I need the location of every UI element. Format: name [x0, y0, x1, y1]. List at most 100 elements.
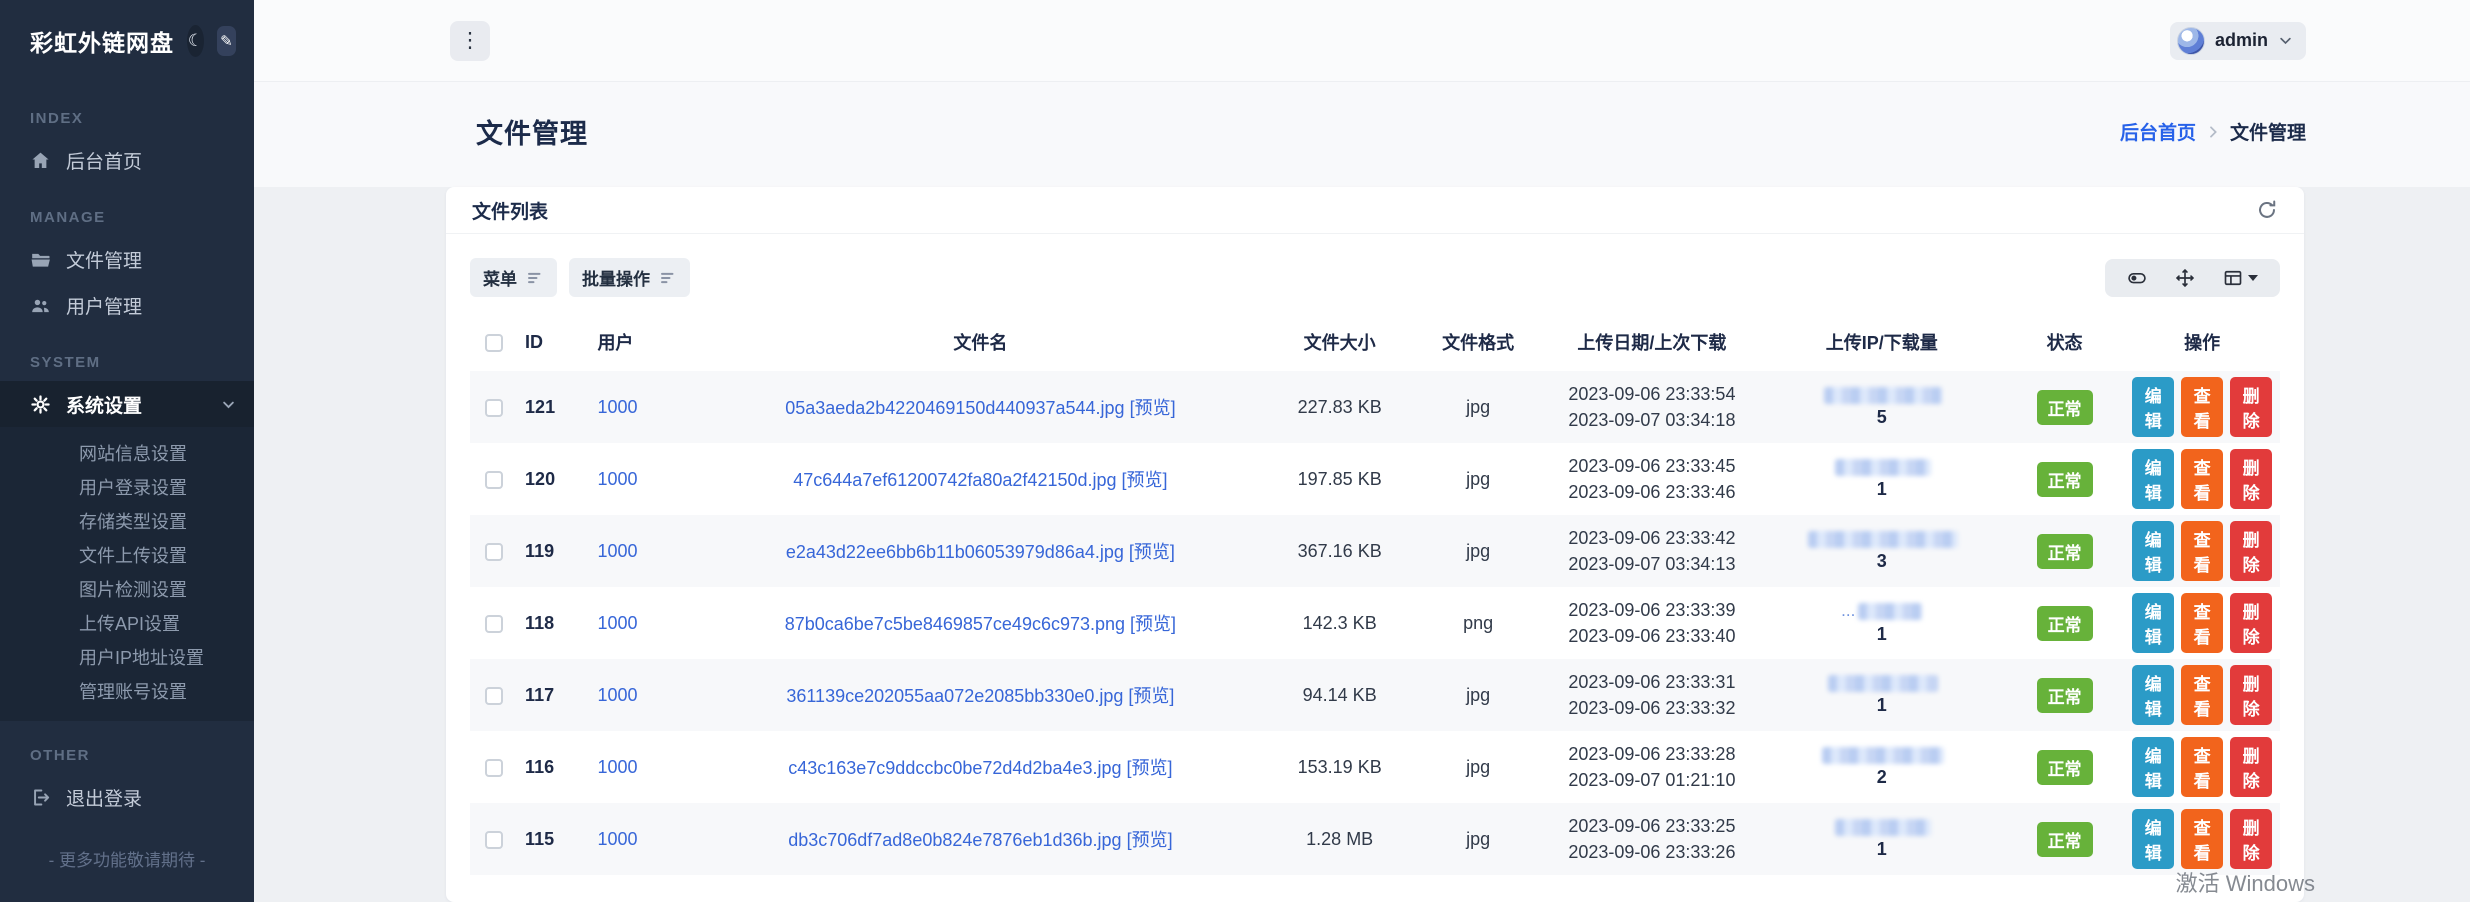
- view-button[interactable]: 查看: [2181, 521, 2223, 581]
- submenu-item-admin-account[interactable]: 管理账号设置: [0, 675, 254, 709]
- edit-button[interactable]: 编辑: [2132, 593, 2174, 653]
- delete-button[interactable]: 删除: [2230, 377, 2272, 437]
- preview-link[interactable]: [预览]: [1129, 542, 1175, 562]
- filename-link[interactable]: 361139ce202055aa072e2085bb330e0.jpg [预览]: [786, 686, 1174, 706]
- edit-button[interactable]: 编辑: [2132, 521, 2174, 581]
- status-badge: 正常: [2037, 678, 2093, 713]
- user-link[interactable]: 1000: [597, 757, 637, 777]
- filename-text: 361139ce202055aa072e2085bb330e0.jpg: [786, 686, 1123, 706]
- edit-button[interactable]: 编辑: [2132, 809, 2174, 869]
- cell-dates: 2023-09-06 23:33:452023-09-06 23:33:46: [1545, 443, 1759, 515]
- user-menu[interactable]: admin: [2170, 22, 2306, 60]
- delete-button[interactable]: 删除: [2230, 737, 2272, 797]
- toggle-columns-button[interactable]: [2115, 265, 2159, 291]
- submenu-item-user-login[interactable]: 用户登录设置: [0, 471, 254, 505]
- view-button[interactable]: 查看: [2181, 449, 2223, 509]
- batch-actions-button[interactable]: 批量操作: [569, 258, 690, 297]
- submenu-item-user-ip[interactable]: 用户IP地址设置: [0, 641, 254, 675]
- view-button[interactable]: 查看: [2181, 737, 2223, 797]
- user-link[interactable]: 1000: [597, 397, 637, 417]
- breadcrumb-home-link[interactable]: 后台首页: [2120, 118, 2196, 145]
- menu-button[interactable]: 菜单: [470, 258, 557, 297]
- select-all-checkbox[interactable]: [485, 334, 503, 352]
- cell-size: 153.19 KB: [1268, 731, 1411, 803]
- card-title: 文件列表: [472, 197, 548, 224]
- preview-link[interactable]: [预览]: [1127, 830, 1173, 850]
- filename-link[interactable]: 87b0ca6be7c5be8469857ce49c6c973.png [预览]: [785, 614, 1176, 634]
- table-row: 118 1000 87b0ca6be7c5be8469857ce49c6c973…: [470, 587, 2280, 659]
- home-icon: [30, 150, 51, 171]
- edit-button[interactable]: 编辑: [2132, 377, 2174, 437]
- edit-theme-button[interactable]: ✎: [217, 26, 236, 56]
- preview-link[interactable]: [预览]: [1127, 758, 1173, 778]
- upload-date: 2023-09-06 23:33:45: [1553, 453, 1751, 479]
- edit-button[interactable]: 编辑: [2132, 665, 2174, 725]
- row-checkbox[interactable]: [485, 615, 503, 633]
- filename-link[interactable]: 05a3aeda2b4220469150d440937a544.jpg [预览]: [785, 398, 1175, 418]
- status-badge: 正常: [2037, 822, 2093, 857]
- refresh-icon[interactable]: [2256, 199, 2278, 221]
- view-button[interactable]: 查看: [2181, 593, 2223, 653]
- user-link[interactable]: 1000: [597, 829, 637, 849]
- preview-link[interactable]: [预览]: [1122, 470, 1168, 490]
- delete-button[interactable]: 删除: [2230, 593, 2272, 653]
- view-button[interactable]: 查看: [2181, 809, 2223, 869]
- row-checkbox[interactable]: [485, 399, 503, 417]
- edit-button[interactable]: 编辑: [2132, 449, 2174, 509]
- delete-button[interactable]: 删除: [2230, 449, 2272, 509]
- sidebar-item-settings[interactable]: 系统设置: [0, 381, 254, 427]
- view-button[interactable]: 查看: [2181, 665, 2223, 725]
- dark-mode-toggle-button[interactable]: ☾: [187, 25, 204, 57]
- filename-text: db3c706df7ad8e0b824e7876eb1d36b.jpg: [788, 830, 1121, 850]
- row-checkbox[interactable]: [485, 543, 503, 561]
- delete-button[interactable]: 删除: [2230, 809, 2272, 869]
- table-layout-button[interactable]: [2211, 265, 2270, 291]
- row-checkbox[interactable]: [485, 831, 503, 849]
- nav-section-manage: MANAGE: [0, 183, 254, 236]
- user-link[interactable]: 1000: [597, 613, 637, 633]
- filename-link[interactable]: c43c163e7c9ddccbc0be72d4d2ba4e3.jpg [预览]: [788, 758, 1172, 778]
- preview-link[interactable]: [预览]: [1130, 614, 1176, 634]
- submenu-item-image-check[interactable]: 图片检测设置: [0, 573, 254, 607]
- upload-date: 2023-09-06 23:33:31: [1553, 669, 1751, 695]
- sidebar-item-users[interactable]: 用户管理: [0, 282, 254, 328]
- drag-move-button[interactable]: [2163, 265, 2207, 291]
- ip-redacted: [1822, 747, 1944, 764]
- user-link[interactable]: 1000: [597, 685, 637, 705]
- download-count: 1: [1877, 624, 1887, 645]
- row-checkbox[interactable]: [485, 759, 503, 777]
- sidebar-item-files[interactable]: 文件管理: [0, 236, 254, 282]
- edit-button[interactable]: 编辑: [2132, 737, 2174, 797]
- view-button[interactable]: 查看: [2181, 377, 2223, 437]
- filename-link[interactable]: 47c644a7ef61200742fa80a2f42150d.jpg [预览]: [793, 470, 1167, 490]
- table-toolbar: 菜单 批量操作: [470, 258, 2280, 297]
- topbar-menu-button[interactable]: ⋮: [450, 21, 490, 61]
- ip-redacted: [1835, 459, 1931, 476]
- avatar: [2177, 27, 2205, 55]
- col-date: 上传日期/上次下载: [1545, 323, 1759, 371]
- download-count: 1: [1877, 695, 1887, 716]
- delete-button[interactable]: 删除: [2230, 521, 2272, 581]
- sidebar-item-home[interactable]: 后台首页: [0, 137, 254, 183]
- filename-link[interactable]: e2a43d22ee6bb6b11b06053979d86a4.jpg [预览]: [786, 542, 1175, 562]
- submenu-item-storage-type[interactable]: 存储类型设置: [0, 505, 254, 539]
- status-badge: 正常: [2037, 534, 2093, 569]
- status-badge: 正常: [2037, 390, 2093, 425]
- cell-size: 227.83 KB: [1268, 371, 1411, 443]
- user-link[interactable]: 1000: [597, 469, 637, 489]
- preview-link[interactable]: [预览]: [1130, 398, 1176, 418]
- last-download-date: 2023-09-07 03:34:13: [1553, 551, 1751, 577]
- sidebar-item-logout[interactable]: 退出登录: [0, 774, 254, 820]
- user-link[interactable]: 1000: [597, 541, 637, 561]
- row-checkbox[interactable]: [485, 687, 503, 705]
- main-area: ⋮ admin 文件管理 后台首页 文件管理 文件列表: [254, 0, 2470, 902]
- submenu-item-file-upload[interactable]: 文件上传设置: [0, 539, 254, 573]
- delete-button[interactable]: 删除: [2230, 665, 2272, 725]
- row-checkbox[interactable]: [485, 471, 503, 489]
- filename-link[interactable]: db3c706df7ad8e0b824e7876eb1d36b.jpg [预览]: [788, 830, 1172, 850]
- preview-link[interactable]: [预览]: [1128, 686, 1174, 706]
- cell-id: 121: [517, 371, 589, 443]
- toolbar-left: 菜单 批量操作: [470, 258, 690, 297]
- submenu-item-site-info[interactable]: 网站信息设置: [0, 437, 254, 471]
- submenu-item-upload-api[interactable]: 上传API设置: [0, 607, 254, 641]
